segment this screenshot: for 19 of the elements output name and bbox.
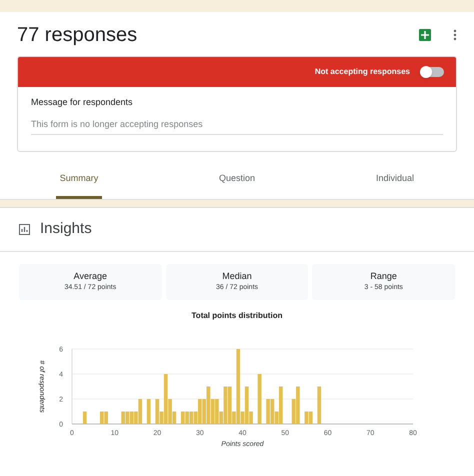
status-label: Not accepting responses [314, 66, 410, 78]
histogram-bar [258, 374, 262, 424]
tab[interactable]: Individual [372, 170, 418, 198]
insights-title: Insights [40, 218, 92, 239]
stat-label: Median [222, 270, 252, 282]
spreadsheet-icon[interactable] [419, 29, 431, 41]
message-field[interactable]: This form is no longer accepting responses [31, 118, 443, 135]
chart-title: Total points distribution [192, 310, 282, 320]
chart-icon [19, 224, 30, 234]
histogram-bar [317, 386, 322, 424]
histogram-bar [82, 411, 87, 424]
message-label: Message for respondents [31, 96, 134, 109]
accepting-toggle[interactable] [420, 67, 444, 77]
stat-label: Average [74, 270, 108, 283]
tab[interactable]: Question [214, 170, 260, 198]
histogram-bar [146, 398, 151, 424]
responses-title: 77 responses [17, 23, 138, 48]
stat-label: Range [370, 270, 397, 283]
more-options-icon[interactable] [453, 29, 457, 41]
